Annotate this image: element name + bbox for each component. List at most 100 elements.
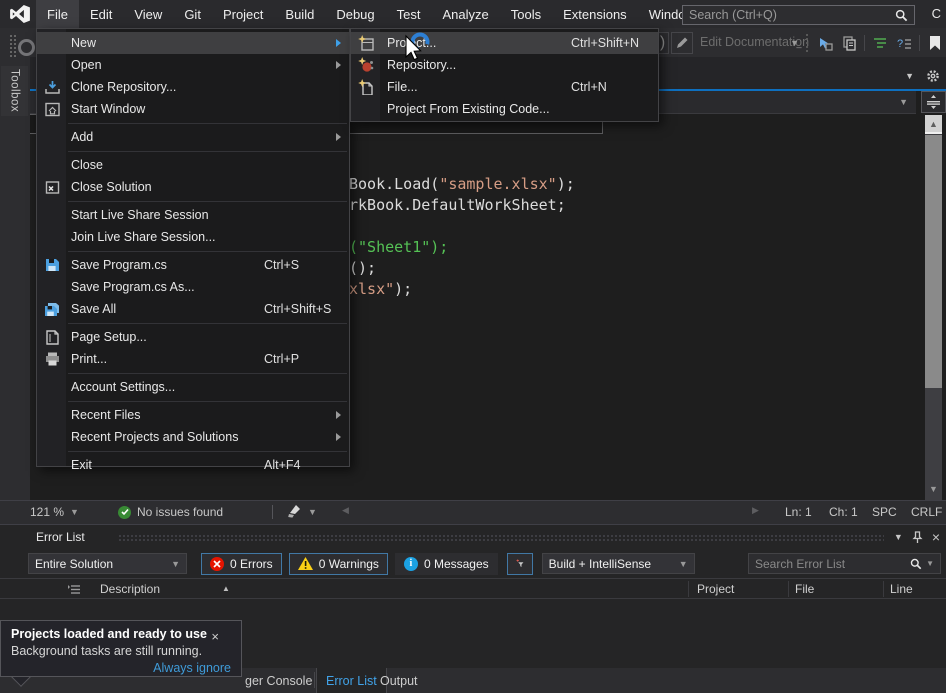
always-ignore-link[interactable]: Always ignore — [153, 661, 231, 675]
file-menu-item-clone-repository[interactable]: Clone Repository... — [37, 76, 349, 98]
column-file[interactable]: File — [795, 582, 814, 596]
file-menu-item-join-live-share-session[interactable]: Join Live Share Session... — [37, 226, 349, 248]
svg-text:?: ? — [897, 38, 903, 50]
error-list-search-box[interactable]: Search Error List ▼ — [748, 553, 941, 574]
toolbox-tab[interactable]: Toolbox — [1, 66, 28, 116]
submenu-arrow-icon — [336, 133, 341, 141]
document-health-indicator[interactable]: No issues found — [118, 505, 223, 519]
vertical-scrollbar[interactable]: ▲ ▼ — [925, 115, 942, 500]
menu-item-label: Close — [71, 158, 103, 172]
gear-icon[interactable] — [924, 67, 942, 85]
menubar-item-test[interactable]: Test — [386, 0, 432, 28]
chevron-down-icon[interactable]: ▼ — [899, 97, 908, 107]
file-menu-item-page-setup[interactable]: Page Setup... — [37, 326, 349, 348]
messages-count-label: 0 Messages — [424, 557, 489, 571]
pin-icon[interactable] — [912, 531, 923, 544]
edit-pencil-icon[interactable] — [671, 32, 693, 54]
source-filter-dropdown[interactable]: Build + IntelliSense ▼ — [542, 553, 695, 574]
menubar-item-debug[interactable]: Debug — [325, 0, 385, 28]
drag-texture — [118, 534, 884, 542]
menubar-item-view[interactable]: View — [123, 0, 173, 28]
space-mode-indicator[interactable]: SPC — [872, 505, 897, 519]
file-menu-item-recent-files[interactable]: Recent Files — [37, 404, 349, 426]
save-icon — [44, 257, 60, 273]
menubar-item-analyze[interactable]: Analyze — [431, 0, 499, 28]
column-project[interactable]: Project — [697, 582, 734, 596]
format-selection-icon[interactable] — [871, 34, 889, 52]
file-menu-item-start-live-share-session[interactable]: Start Live Share Session — [37, 204, 349, 226]
toolbar-grip[interactable] — [9, 34, 16, 58]
errors-filter-button[interactable]: 0 Errors — [201, 553, 282, 575]
copy-document-icon[interactable] — [840, 34, 858, 52]
panel-title: Error List — [36, 530, 85, 544]
zoom-level: 121 % — [30, 505, 64, 519]
zoom-selector[interactable]: 121 % ▼ — [30, 505, 79, 519]
tab-package-manager-console[interactable]: ger Console — [236, 668, 321, 693]
file-menu-item-add[interactable]: Add — [37, 126, 349, 148]
hscroll-left-arrow[interactable]: ◀ — [342, 505, 349, 516]
new-submenu-item-repository[interactable]: Repository... — [351, 54, 658, 76]
check-circle-icon — [118, 506, 131, 519]
page-setup-icon — [44, 329, 60, 345]
menubar-item-extensions[interactable]: Extensions — [552, 0, 638, 28]
cleanup-button[interactable]: ▼ — [287, 505, 317, 518]
file-menu-item-save-all[interactable]: Save AllCtrl+Shift+S — [37, 298, 349, 320]
scroll-down-button[interactable]: ▼ — [925, 484, 942, 494]
notification-toast: Projects loaded and ready to use Backgro… — [0, 620, 242, 677]
menu-item-label: Add — [71, 130, 93, 144]
chevron-down-icon: ▼ — [679, 559, 688, 569]
tab-output[interactable]: Output — [371, 668, 427, 693]
scroll-up-button[interactable]: ▲ — [925, 115, 942, 132]
tab-label: ger Console — [245, 674, 312, 688]
panel-title-bar[interactable]: Error List ▼ × — [0, 525, 946, 549]
close-icon[interactable]: × — [932, 529, 940, 545]
menubar-item-tools[interactable]: Tools — [500, 0, 552, 28]
hscroll-right-arrow[interactable]: ▶ — [752, 505, 759, 516]
scope-filter-dropdown[interactable]: Entire Solution ▼ — [28, 553, 187, 574]
menubar-item-git[interactable]: Git — [173, 0, 212, 28]
new-submenu-item-project[interactable]: Project...Ctrl+Shift+N — [351, 32, 658, 54]
quick-search-box[interactable]: Search (Ctrl+Q) — [682, 5, 915, 25]
column-line[interactable]: Line — [890, 582, 913, 596]
new-submenu-popup: Project...Ctrl+Shift+NRepository...File.… — [350, 28, 659, 122]
filter-button[interactable] — [507, 553, 533, 575]
toolbar-grip[interactable] — [805, 33, 810, 53]
column-description[interactable]: Description — [100, 582, 160, 596]
line-ending-indicator[interactable]: CRLF — [911, 505, 942, 519]
menubar-item-project[interactable]: Project — [212, 0, 274, 28]
file-menu-item-start-window[interactable]: Start Window — [37, 98, 349, 120]
menubar-item-edit[interactable]: Edit — [79, 0, 123, 28]
chevron-down-icon[interactable]: ▼ — [926, 559, 934, 568]
row-category-icon[interactable] — [68, 585, 80, 595]
menubar-item-build[interactable]: Build — [274, 0, 325, 28]
file-menu-item-open[interactable]: Open — [37, 54, 349, 76]
close-icon[interactable]: × — [211, 629, 219, 644]
navigate-backward-icon[interactable] — [816, 34, 834, 52]
menubar-item-file[interactable]: File — [36, 0, 79, 28]
notification-body: Background tasks are still running. — [11, 644, 202, 658]
file-menu-item-recent-projects-and-solutions[interactable]: Recent Projects and Solutions — [37, 426, 349, 448]
file-menu-item-print[interactable]: Print...Ctrl+P — [37, 348, 349, 370]
scrollbar-thumb[interactable] — [925, 135, 942, 388]
new-submenu-item-file[interactable]: File...Ctrl+N — [351, 76, 658, 98]
file-menu-item-save-program-cs-as[interactable]: Save Program.cs As... — [37, 276, 349, 298]
divider — [272, 505, 273, 519]
file-menu-item-save-program-cs[interactable]: Save Program.csCtrl+S — [37, 254, 349, 276]
warnings-filter-button[interactable]: 0 Warnings — [289, 553, 388, 575]
file-menu-item-close-solution[interactable]: Close Solution — [37, 176, 349, 198]
file-menu-item-account-settings[interactable]: Account Settings... — [37, 376, 349, 398]
chevron-down-icon[interactable]: ▼ — [905, 71, 914, 81]
editor-splitter-handle[interactable] — [921, 91, 946, 113]
file-menu-item-exit[interactable]: ExitAlt+F4 — [37, 454, 349, 476]
messages-filter-button[interactable]: i 0 Messages — [395, 553, 498, 575]
file-menu-item-new[interactable]: New — [37, 32, 349, 54]
format-document-icon[interactable]: ? — [895, 34, 913, 52]
save-all-icon — [44, 301, 60, 317]
window-position-icon[interactable]: ▼ — [894, 532, 903, 542]
file-menu-item-close[interactable]: Close — [37, 154, 349, 176]
bookmark-icon[interactable] — [926, 34, 944, 52]
overflow-chevron-icon[interactable]: ▼̲ — [790, 38, 799, 48]
code-text[interactable]: Book.Load("sample.xlsx");rkBook.DefaultW… — [349, 174, 575, 300]
search-icon — [895, 9, 908, 22]
new-submenu-item-project-from-existing-code[interactable]: Project From Existing Code... — [351, 98, 658, 120]
